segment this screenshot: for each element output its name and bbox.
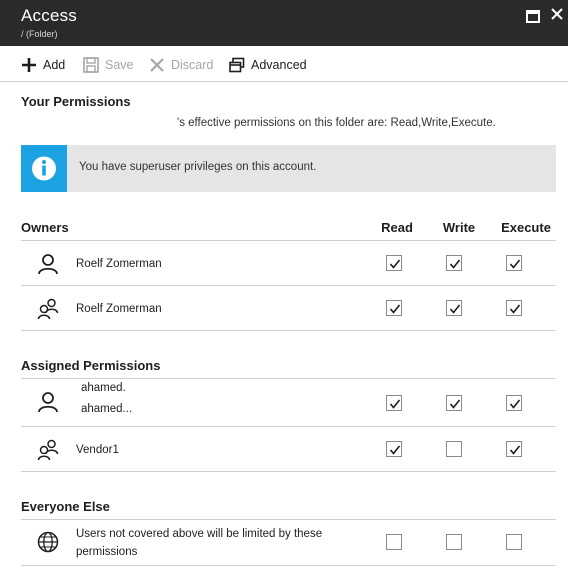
discard-button[interactable]: Discard bbox=[149, 56, 213, 74]
read-column-header: Read bbox=[381, 220, 413, 235]
divider bbox=[21, 565, 556, 566]
effective-permissions-label: 's effective permissions on this folder … bbox=[177, 117, 496, 129]
maximize-icon[interactable] bbox=[526, 10, 540, 23]
owner-group-read-checkbox[interactable] bbox=[386, 300, 402, 316]
discard-x-icon bbox=[149, 57, 165, 73]
discard-button-label: Discard bbox=[171, 58, 214, 72]
assigned-user-execute-checkbox[interactable] bbox=[506, 395, 522, 411]
blade-title: Access bbox=[21, 6, 77, 25]
save-icon bbox=[83, 57, 99, 73]
divider bbox=[21, 519, 556, 520]
group-icon bbox=[37, 439, 59, 461]
everyone-read-checkbox[interactable] bbox=[386, 534, 402, 550]
user-icon bbox=[37, 253, 59, 275]
add-button[interactable]: Add bbox=[21, 56, 65, 74]
assigned-group-name: Vendor1 bbox=[76, 444, 119, 456]
assigned-group-write-checkbox[interactable] bbox=[446, 441, 462, 457]
command-bar: Add Save Discard Advanced bbox=[0, 46, 568, 82]
divider bbox=[21, 426, 556, 427]
advanced-button[interactable]: Advanced bbox=[229, 56, 307, 74]
owner-group-write-checkbox[interactable] bbox=[446, 300, 462, 316]
info-icon bbox=[32, 156, 56, 181]
redacted-username bbox=[21, 118, 177, 126]
divider bbox=[21, 240, 556, 241]
owner-name: Roelf Zomerman bbox=[76, 258, 162, 270]
blade-subtitle: / (Folder) bbox=[21, 29, 58, 39]
owners-heading: Owners bbox=[21, 220, 69, 235]
execute-column-header: Execute bbox=[501, 220, 551, 235]
divider bbox=[21, 471, 556, 472]
your-permissions-heading: Your Permissions bbox=[21, 94, 131, 109]
assigned-user-name: ahamed. bbox=[81, 382, 126, 394]
assigned-group-read-checkbox[interactable] bbox=[386, 441, 402, 457]
group-icon bbox=[37, 298, 59, 320]
user-icon bbox=[37, 391, 59, 413]
write-column-header: Write bbox=[442, 220, 476, 235]
add-button-label: Add bbox=[43, 58, 66, 72]
save-button[interactable]: Save bbox=[83, 56, 134, 74]
globe-icon bbox=[37, 531, 59, 553]
info-badge bbox=[21, 145, 67, 192]
superuser-info-banner: You have superuser privileges on this ac… bbox=[21, 145, 556, 192]
blade-header: Access / (Folder) bbox=[0, 0, 568, 46]
assigned-user-name-secondary: ahamed... bbox=[81, 403, 133, 415]
advanced-button-label: Advanced bbox=[251, 58, 307, 72]
owner-write-checkbox[interactable] bbox=[446, 255, 462, 271]
advanced-windows-icon bbox=[229, 57, 245, 73]
save-button-label: Save bbox=[105, 58, 134, 72]
everyone-else-heading: Everyone Else bbox=[21, 499, 110, 514]
divider bbox=[21, 285, 556, 286]
everyone-else-description-cont: permissions bbox=[76, 546, 138, 558]
info-message: You have superuser privileges on this ac… bbox=[79, 161, 317, 173]
effective-permissions-text: 's effective permissions on this folder … bbox=[21, 117, 496, 129]
everyone-else-description: Users not covered above will be limited … bbox=[76, 528, 323, 540]
close-icon[interactable] bbox=[549, 4, 565, 24]
assigned-user-read-checkbox[interactable] bbox=[386, 395, 402, 411]
divider bbox=[21, 378, 556, 379]
owner-group-execute-checkbox[interactable] bbox=[506, 300, 522, 316]
assigned-user-write-checkbox[interactable] bbox=[446, 395, 462, 411]
assigned-group-execute-checkbox[interactable] bbox=[506, 441, 522, 457]
owner-read-checkbox[interactable] bbox=[386, 255, 402, 271]
everyone-execute-checkbox[interactable] bbox=[506, 534, 522, 550]
plus-icon bbox=[21, 57, 37, 73]
divider bbox=[21, 330, 556, 331]
assigned-permissions-heading: Assigned Permissions bbox=[21, 358, 161, 373]
owner-group-name: Roelf Zomerman bbox=[76, 303, 162, 315]
everyone-write-checkbox[interactable] bbox=[446, 534, 462, 550]
owner-execute-checkbox[interactable] bbox=[506, 255, 522, 271]
